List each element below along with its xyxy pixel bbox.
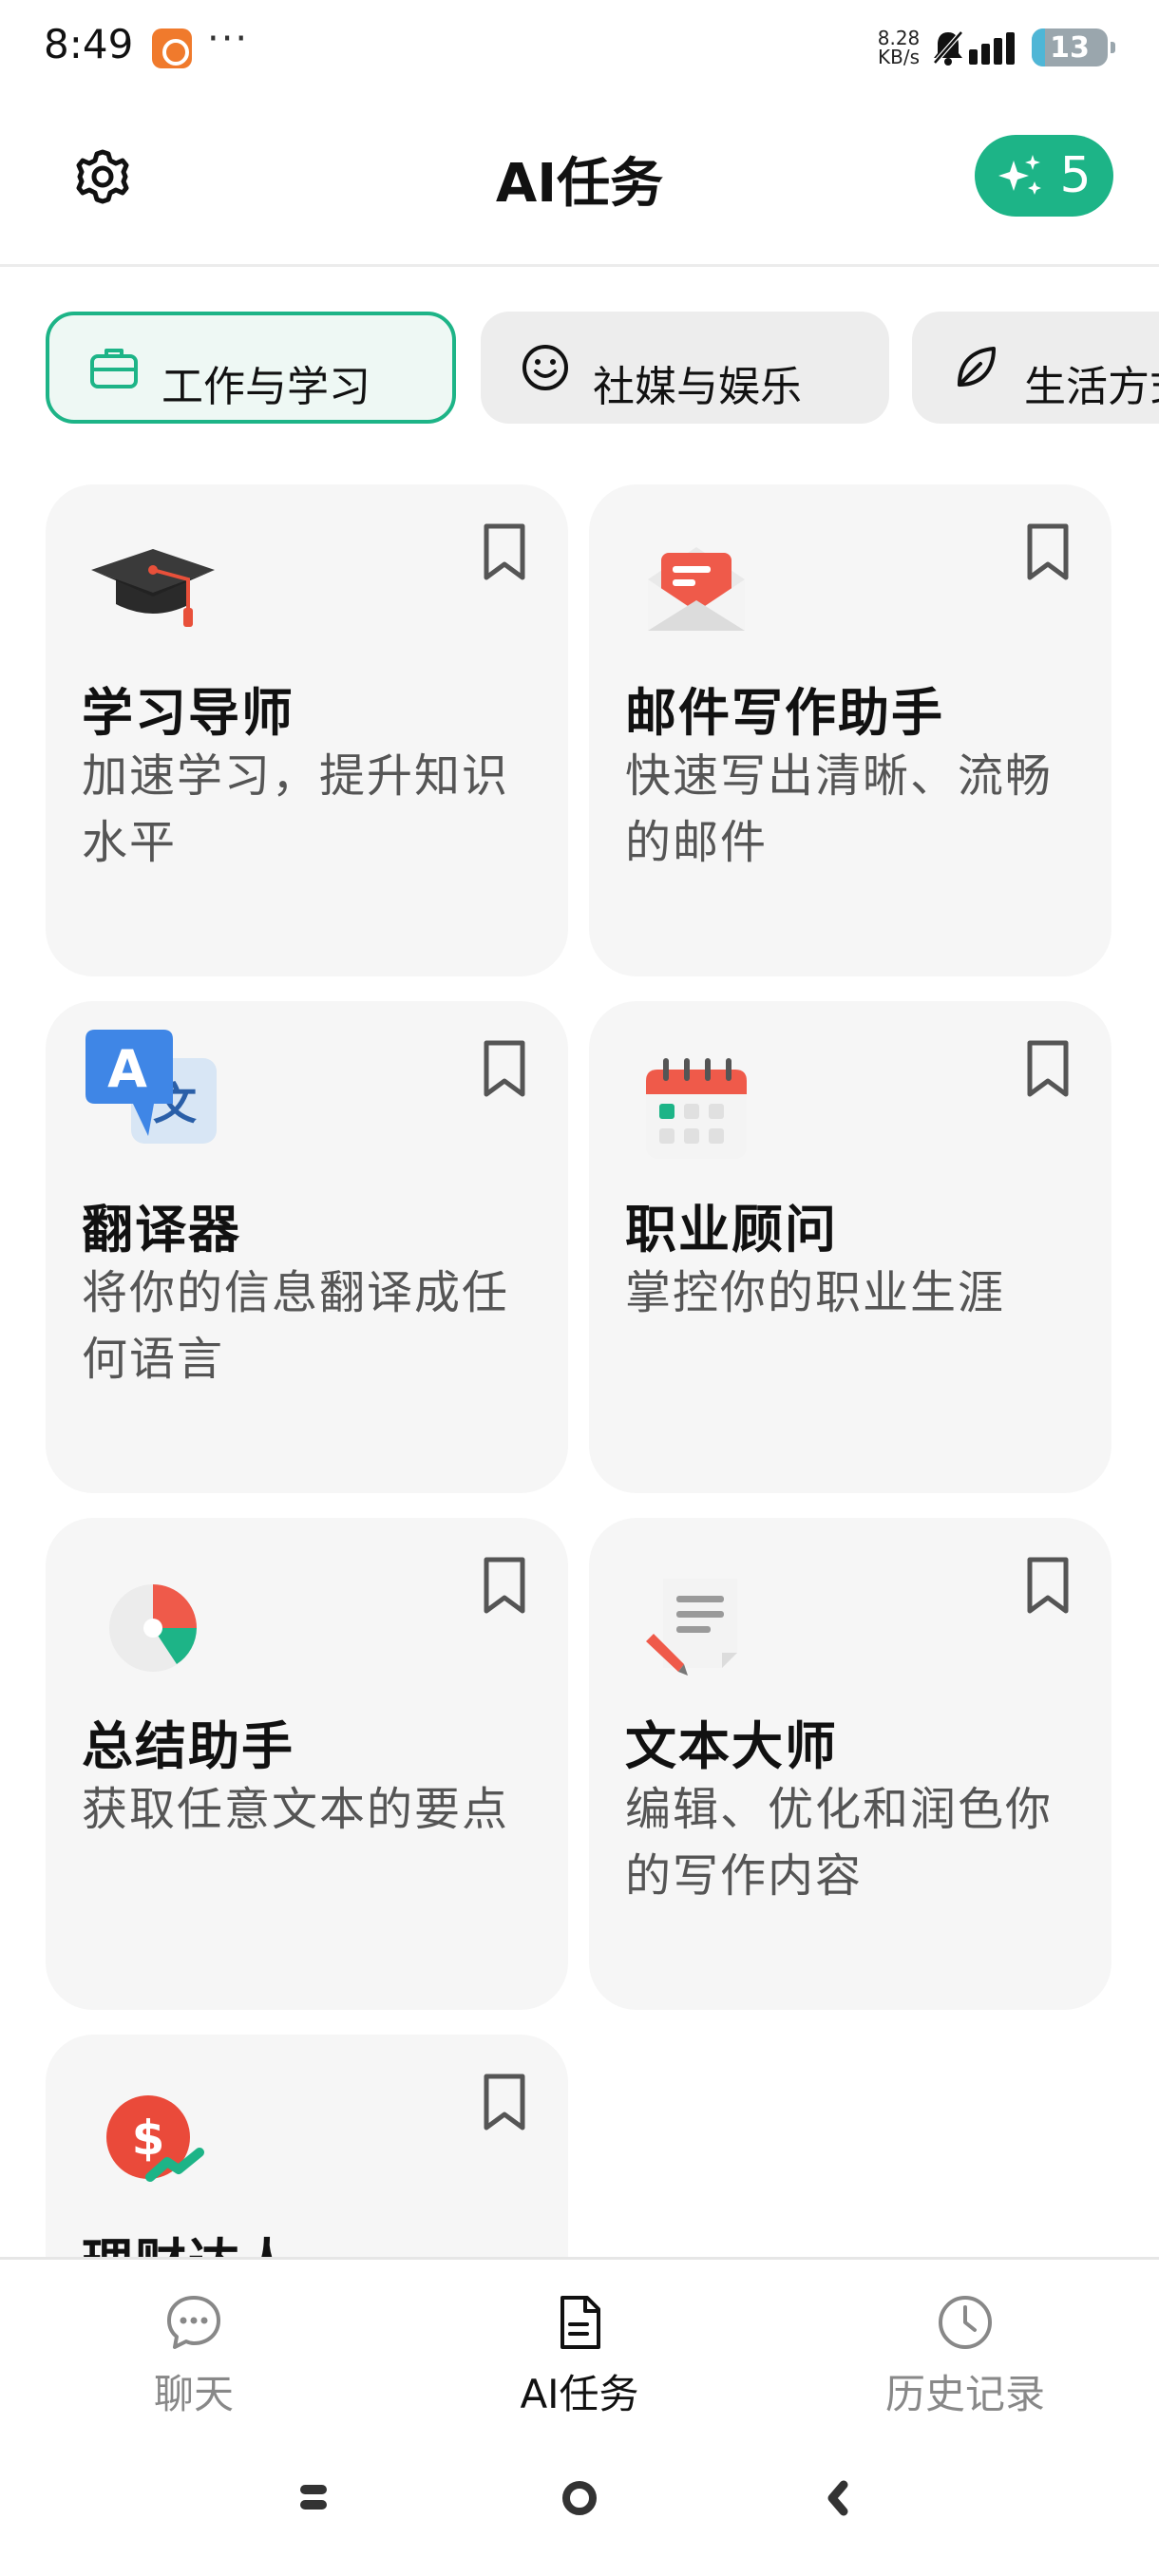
task-card-text-master[interactable]: 文本大师 编辑、优化和润色你的写作内容 (589, 1518, 1112, 2010)
svg-text:A: A (107, 1039, 147, 1099)
nav-label: 历史记录 (884, 2371, 1045, 2417)
tab-social-entertainment[interactable]: 社媒与娱乐 (481, 312, 889, 424)
system-navigation-bar (0, 2432, 1159, 2576)
translate-icon: 文 A (86, 1030, 217, 1144)
chat-bubble-icon (167, 2296, 220, 2349)
task-description: 加速学习，提升知识水平 (82, 749, 510, 869)
bell-muted-icon (933, 30, 963, 66)
nav-label: AI任务 (520, 2371, 639, 2417)
task-title: 理财达人 (82, 2221, 294, 2257)
tab-label: 工作与学习 (162, 363, 370, 411)
task-title: 总结助手 (82, 1716, 294, 1776)
leaf-icon (958, 347, 996, 387)
smile-icon (522, 345, 568, 390)
task-card-study-tutor[interactable]: 学习导师 加速学习，提升知识水平 (46, 484, 568, 976)
task-description: 将你的信息翻译成任何语言 (82, 1266, 510, 1386)
credits-button[interactable]: 5 (975, 135, 1113, 217)
network-speed-value: 8.28 (877, 27, 921, 49)
network-speed-unit: KB/s (878, 46, 920, 68)
nav-history[interactable]: 历史记录 (851, 2292, 1079, 2420)
bookmark-icon[interactable] (1022, 521, 1074, 583)
bookmark-icon[interactable] (1022, 1554, 1074, 1617)
task-title: 文本大师 (625, 1716, 838, 1776)
app-header: AI任务 5 (0, 114, 1159, 266)
bottom-navigation: 聊天 AI任务 历史记录 (0, 2257, 1159, 2418)
battery-indicator: 13 (1032, 28, 1115, 66)
nav-ai-tasks[interactable]: AI任务 (466, 2292, 694, 2420)
recent-apps-icon[interactable] (296, 2475, 331, 2521)
network-speed: 8.28 KB/s (872, 28, 925, 66)
task-card-email-writer[interactable]: 邮件写作助手 快速写出清晰、流畅的邮件 (589, 484, 1112, 976)
task-title: 职业顾问 (625, 1200, 838, 1260)
task-card-career-advisor[interactable]: 职业顾问 掌控你的职业生涯 (589, 1001, 1112, 1493)
envelope-icon (648, 547, 745, 631)
tab-lifestyle[interactable]: 生活方式 (912, 312, 1159, 424)
task-title: 翻译器 (82, 1200, 241, 1260)
bookmark-icon[interactable] (479, 1554, 530, 1617)
signal-icon (969, 32, 1015, 65)
tab-work-study[interactable]: 工作与学习 (46, 312, 456, 424)
task-description: 获取任意文本的要点 (82, 1783, 510, 1836)
task-grid: 学习导师 加速学习，提升知识水平 邮件写作助手 快速写出清晰、流畅的邮件 文 A… (0, 484, 1159, 2257)
task-card-summarizer[interactable]: 总结助手 获取任意文本的要点 (46, 1518, 568, 2010)
header-divider (0, 264, 1159, 267)
bookmark-icon[interactable] (479, 521, 530, 583)
task-description: 编辑、优化和润色你的写作内容 (625, 1783, 1054, 1903)
task-card-translator[interactable]: 文 A 翻译器 将你的信息翻译成任何语言 (46, 1001, 568, 1493)
task-description: 快速写出清晰、流畅的邮件 (625, 749, 1054, 869)
document-pen-icon (646, 1579, 737, 1676)
bookmark-icon[interactable] (479, 2071, 530, 2133)
briefcase-icon (90, 349, 138, 388)
status-time: 8:49 (44, 21, 134, 67)
category-tabs: 工作与学习 社媒与娱乐 生活方式 (0, 310, 1159, 427)
nav-label: 聊天 (153, 2371, 234, 2417)
bookmark-icon[interactable] (479, 1037, 530, 1100)
clock-icon (939, 2296, 992, 2349)
status-bar: 8:49 ··· 8.28 KB/s 13 (0, 0, 1159, 95)
document-icon (560, 2296, 600, 2349)
tab-label: 生活方式 (1024, 363, 1159, 411)
task-title: 邮件写作助手 (625, 683, 944, 743)
home-icon[interactable] (557, 2475, 602, 2521)
tab-label: 社媒与娱乐 (593, 363, 802, 411)
sparkle-icon (998, 155, 1042, 195)
nav-chat[interactable]: 聊天 (80, 2292, 308, 2420)
dollar-coin-icon: $ (106, 2095, 204, 2182)
task-description: 掌控你的职业生涯 (625, 1266, 1006, 1319)
graduation-cap-icon (91, 549, 215, 627)
task-card-finance-expert[interactable]: $ 理财达人 (46, 2035, 568, 2257)
bookmark-icon[interactable] (1022, 1037, 1074, 1100)
pie-chart-icon (109, 1584, 197, 1672)
app-notification-icon (152, 28, 192, 68)
credits-count: 5 (1059, 147, 1092, 204)
calendar-icon (646, 1058, 747, 1159)
task-title: 学习导师 (82, 683, 294, 743)
battery-level: 13 (1050, 30, 1090, 65)
more-notifications-icon: ··· (207, 17, 250, 61)
back-icon[interactable] (821, 2475, 855, 2521)
svg-text:$: $ (132, 2111, 165, 2166)
